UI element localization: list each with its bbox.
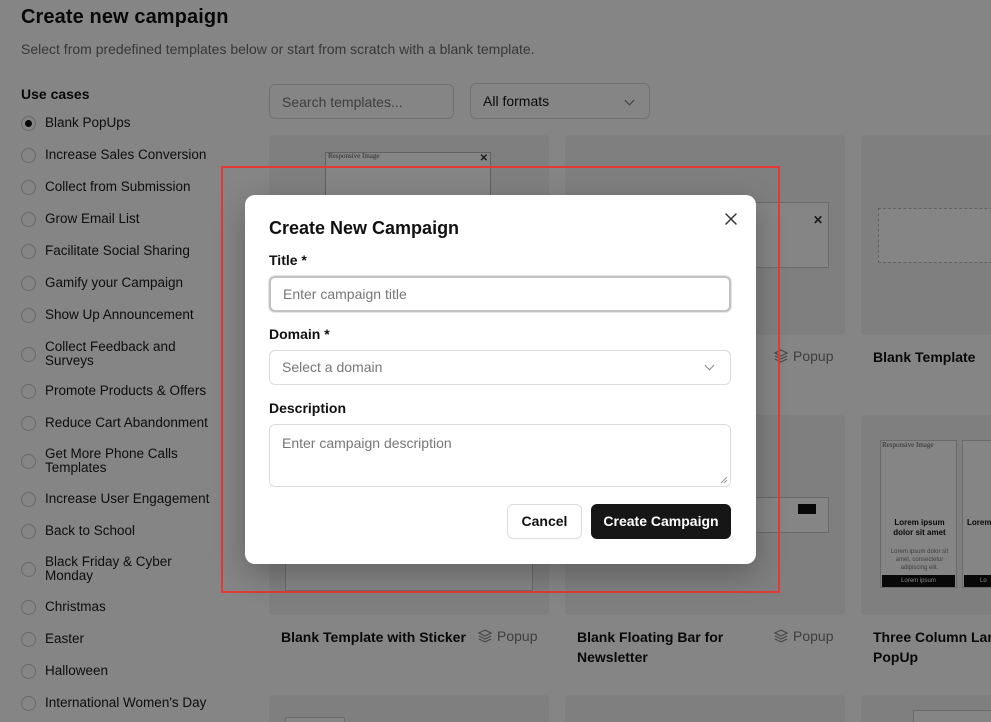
campaign-title-input[interactable]: Enter campaign title <box>269 276 731 312</box>
resize-handle-icon[interactable] <box>720 476 728 484</box>
close-icon[interactable] <box>723 211 739 227</box>
chevron-down-icon <box>704 360 715 371</box>
description-label: Description <box>269 400 347 416</box>
domain-label: Domain * <box>269 326 330 342</box>
domain-select[interactable]: Select a domain <box>269 350 731 385</box>
description-placeholder: Enter campaign description <box>282 435 452 451</box>
title-label: Title * <box>269 252 307 268</box>
create-campaign-button[interactable]: Create Campaign <box>591 504 731 539</box>
cancel-button[interactable]: Cancel <box>507 504 582 539</box>
domain-select-placeholder: Select a domain <box>282 359 383 375</box>
create-campaign-dialog: Create New Campaign Title * Enter campai… <box>245 195 756 564</box>
campaign-description-textarea[interactable]: Enter campaign description <box>269 424 731 487</box>
dialog-title: Create New Campaign <box>269 218 460 238</box>
